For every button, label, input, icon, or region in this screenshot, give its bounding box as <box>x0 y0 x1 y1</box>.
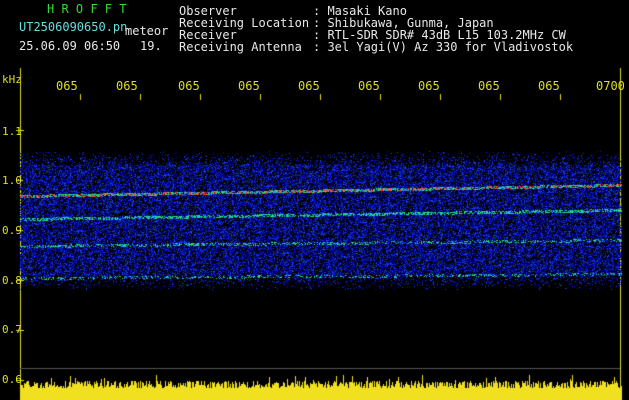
x-tick-9: 065 <box>538 79 560 93</box>
x-tick-6: 065 <box>358 79 380 93</box>
y-tick-1-1: 1.1 <box>2 125 22 138</box>
x-tick-1: 065 <box>56 79 78 93</box>
antenna-label: Receiving Antenna <box>179 40 302 54</box>
event-type: meteor <box>125 24 169 38</box>
y-tick-0-9: 0.9 <box>2 224 22 237</box>
y-tick-0-8: 0.8 <box>2 274 22 287</box>
x-tick-5: 065 <box>298 79 320 93</box>
x-tick-8: 065 <box>478 79 500 93</box>
x-tick-10: 0700 <box>596 79 625 93</box>
app-title: H R O F F T <box>47 2 127 16</box>
antenna-value: : 3el Yagi(V) Az 330 for Vladivostok <box>313 40 574 54</box>
event-count: 19. <box>140 39 162 53</box>
x-tick-4: 065 <box>238 79 260 93</box>
datetime: 25.06.09 06:50 <box>19 39 121 53</box>
unit-label: kHz <box>2 73 22 86</box>
y-tick-1-0: 1.0 <box>2 174 22 187</box>
x-tick-7: 065 <box>418 79 440 93</box>
filename: UT2506090650.pn <box>19 20 128 34</box>
x-tick-3: 065 <box>178 79 200 93</box>
y-tick-0-6: 0.6 <box>2 373 22 386</box>
y-tick-0-7: 0.7 <box>2 323 22 336</box>
x-tick-2: 065 <box>116 79 138 93</box>
spectrogram-canvas <box>0 0 629 400</box>
